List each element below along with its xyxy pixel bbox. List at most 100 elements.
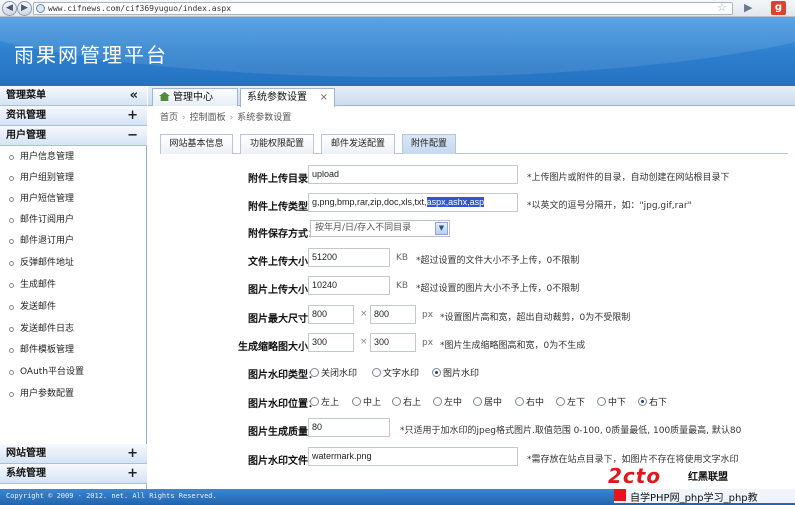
- radio-checked-icon[interactable]: [638, 397, 647, 406]
- expand-icon[interactable]: +: [127, 444, 138, 463]
- watermark-bar: 自学PHP网_php学习_php教: [614, 488, 795, 504]
- sidebar-item[interactable]: 用户信息管理: [0, 147, 147, 168]
- radio-pos-bottom-center[interactable]: 中下: [597, 395, 626, 408]
- sidebar-item-label: 生成邮件: [20, 280, 57, 290]
- radio-icon[interactable]: [556, 397, 565, 406]
- field-hint: *只适用于加水印的jpeg格式图片.取值范围 0-100, 0质量最低, 100…: [400, 426, 742, 436]
- radio-pos-top-right[interactable]: 右上: [392, 395, 421, 408]
- radio-label: 文字水印: [383, 369, 420, 379]
- unit-label: KB: [396, 253, 409, 263]
- field-hint: *超过设置的图片大小不予上传，0不限制: [416, 284, 580, 294]
- watermark-text: 自学PHP网_php学习_php教: [630, 493, 758, 504]
- save-mode-select[interactable]: 按年月/日/存入不同目录 ▼: [310, 220, 450, 237]
- row-image-quality: 图片生成质量： 80 *只适用于加水印的jpeg格式图片.取值范围 0-100,…: [160, 415, 788, 445]
- thumb-height-input[interactable]: 300: [370, 333, 416, 352]
- quality-input[interactable]: 80: [308, 418, 390, 437]
- file-size-input[interactable]: 51200: [308, 248, 390, 267]
- radio-checked-icon[interactable]: [432, 368, 441, 377]
- sidebar-section-label: 系统管理: [6, 468, 46, 479]
- bullet-icon: [9, 370, 14, 375]
- radio-watermark-text[interactable]: 文字水印: [372, 366, 419, 379]
- watermark-file-input[interactable]: watermark.png: [308, 447, 518, 466]
- upload-dir-input[interactable]: upload: [308, 165, 518, 184]
- tab-admin-center[interactable]: 管理中心: [152, 88, 238, 106]
- field-hint: *上传图片或附件的目录，自动创建在网站根目录下: [527, 173, 730, 183]
- radio-icon[interactable]: [392, 397, 401, 406]
- main-panel: 管理中心 系统参数设置 × 首页 › 控制面板 › 系统参数设置 网站基本信息 功能权限…: [148, 86, 795, 489]
- sidebar-section-system[interactable]: 系统管理 +: [0, 464, 147, 484]
- breadcrumb-home[interactable]: 首页: [160, 113, 178, 123]
- radio-watermark-image[interactable]: 图片水印: [432, 366, 479, 379]
- sidebar-section-label: 资讯管理: [6, 110, 46, 121]
- sidebar-item[interactable]: 邮件订阅用户: [0, 210, 147, 231]
- subtab-mail[interactable]: 邮件发送配置: [321, 134, 395, 154]
- selected-text: aspx,ashx,asp: [426, 197, 485, 207]
- radio-pos-top-center[interactable]: 中上: [352, 395, 381, 408]
- bookmark-star-icon[interactable]: ☆: [717, 1, 727, 14]
- sidebar-item[interactable]: 用户组别管理: [0, 168, 147, 189]
- radio-label: 右下: [649, 398, 668, 408]
- sidebar-item[interactable]: 反弹邮件地址: [0, 253, 147, 274]
- forward-icon[interactable]: ▶: [17, 1, 32, 16]
- watermark-brand: 红黑联盟: [688, 472, 728, 483]
- sidebar-section-news[interactable]: 资讯管理 +: [0, 106, 147, 126]
- image-size-input[interactable]: 10240: [308, 276, 390, 295]
- max-width-input[interactable]: 800: [308, 305, 354, 324]
- sidebar-item-label: 反弹邮件地址: [20, 258, 75, 268]
- sidebar-item[interactable]: 发送邮件: [0, 297, 147, 318]
- back-icon[interactable]: ◀: [2, 1, 17, 16]
- radio-icon[interactable]: [372, 368, 381, 377]
- radio-icon[interactable]: [515, 397, 524, 406]
- subtab-permissions[interactable]: 功能权限配置: [240, 134, 314, 154]
- breadcrumb-control-panel[interactable]: 控制面板: [190, 113, 226, 123]
- chevron-right-icon: ›: [229, 113, 234, 123]
- radio-pos-bottom-left[interactable]: 左下: [556, 395, 585, 408]
- chevron-down-icon[interactable]: ▼: [435, 222, 448, 235]
- subtab-site-info[interactable]: 网站基本信息: [160, 134, 233, 154]
- radio-icon[interactable]: [433, 397, 442, 406]
- radio-icon[interactable]: [310, 368, 319, 377]
- close-icon[interactable]: ×: [320, 89, 328, 106]
- sidebar-section-site[interactable]: 网站管理 +: [0, 444, 147, 464]
- sidebar-item[interactable]: OAuth平台设置: [0, 362, 147, 383]
- radio-icon[interactable]: [352, 397, 361, 406]
- bullet-icon: [9, 327, 14, 332]
- radio-pos-middle-right[interactable]: 右中: [515, 395, 544, 408]
- sidebar-item[interactable]: 用户短信管理: [0, 189, 147, 210]
- bullet-icon: [9, 283, 14, 288]
- sidebar-item[interactable]: 生成邮件: [0, 275, 147, 296]
- subtab-attachments[interactable]: 附件配置: [402, 134, 456, 154]
- radio-pos-center[interactable]: 居中: [473, 395, 502, 408]
- radio-icon[interactable]: [597, 397, 606, 406]
- radio-label: 左下: [567, 398, 586, 408]
- bullet-icon: [9, 197, 14, 202]
- radio-icon[interactable]: [310, 397, 319, 406]
- tab-bar: 管理中心 系统参数设置 ×: [148, 86, 795, 107]
- radio-pos-bottom-right[interactable]: 右下: [638, 395, 667, 408]
- expand-icon[interactable]: +: [127, 464, 138, 483]
- radio-pos-top-left[interactable]: 左上: [310, 395, 339, 408]
- go-arrow-icon[interactable]: ▶: [744, 1, 752, 14]
- expand-icon[interactable]: +: [127, 106, 138, 125]
- upload-types-input[interactable]: g,png,bmp,rar,zip,doc,xls,txt,aspx,ashx,…: [308, 193, 518, 212]
- attachment-settings-form: 附件上传目录： upload *上传图片或附件的目录，自动创建在网站根目录下 附…: [160, 154, 788, 489]
- radio-icon[interactable]: [473, 397, 482, 406]
- thumb-width-input[interactable]: 300: [308, 333, 354, 352]
- max-height-input[interactable]: 800: [370, 305, 416, 324]
- google-search-icon[interactable]: g: [771, 1, 786, 15]
- collapse-icon[interactable]: «: [130, 86, 138, 105]
- chevron-right-icon: ›: [182, 113, 186, 123]
- app-root: ◀ ▶ www.cifnews.com/cif369yuguo/index.as…: [0, 0, 795, 505]
- sidebar-item[interactable]: 发送邮件日志: [0, 319, 147, 340]
- tab-label: 系统参数设置: [247, 92, 307, 103]
- radio-pos-middle-left[interactable]: 左中: [433, 395, 462, 408]
- sidebar-section-users[interactable]: 用户管理 −: [0, 126, 147, 146]
- sidebar-item[interactable]: 邮件模板管理: [0, 340, 147, 361]
- radio-label: 中下: [608, 398, 627, 408]
- radio-watermark-off[interactable]: 关闭水印: [310, 366, 357, 379]
- tab-system-settings[interactable]: 系统参数设置 ×: [240, 88, 335, 107]
- sidebar-item[interactable]: 邮件退订用户: [0, 231, 147, 252]
- url-input[interactable]: www.cifnews.com/cif369yuguo/index.aspx: [33, 2, 733, 15]
- sidebar-item[interactable]: 用户参数配置: [0, 384, 147, 405]
- collapse-section-icon[interactable]: −: [127, 126, 138, 145]
